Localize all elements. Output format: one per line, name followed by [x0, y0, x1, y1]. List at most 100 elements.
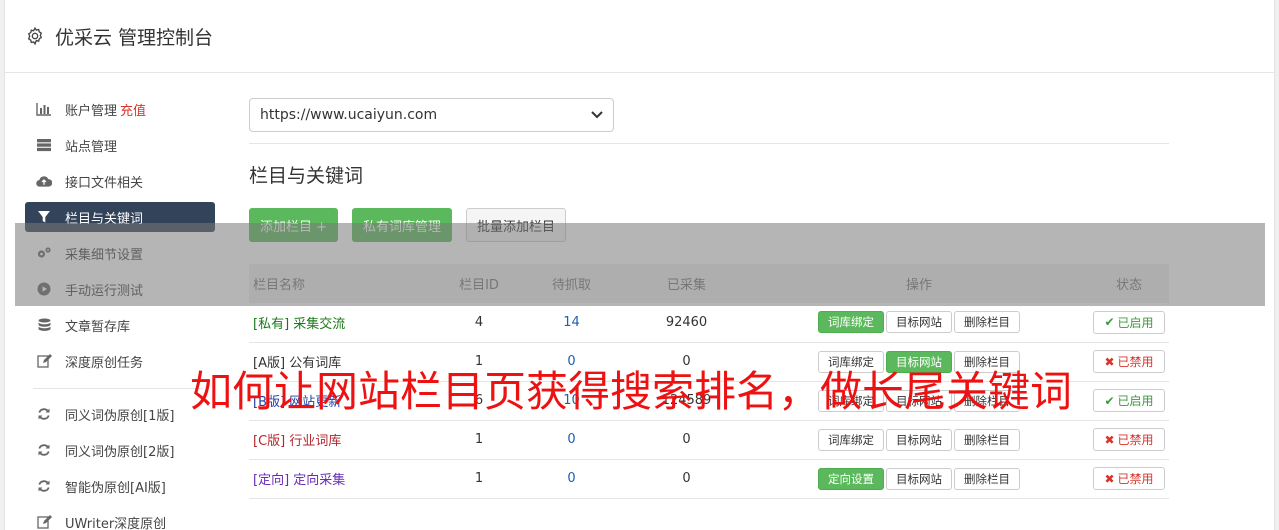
- lexicon-bind-button[interactable]: 词库绑定: [818, 389, 884, 412]
- table-header: 栏目名称 栏目ID 待抓取 已采集 操作 状态: [249, 264, 1169, 303]
- target-site-button[interactable]: 目标网站: [886, 311, 952, 334]
- column-id: 4: [474, 314, 484, 330]
- cross-icon: ✖: [1104, 432, 1115, 447]
- sidebar-item-interface-files[interactable]: 接口文件相关: [25, 166, 215, 196]
- lexicon-bind-button[interactable]: 词库绑定: [818, 428, 884, 451]
- lexicon-bind-button[interactable]: 词库绑定: [818, 350, 884, 373]
- column-name-cell[interactable]: [定向] 定向采集: [249, 459, 439, 498]
- gears-icon: [36, 245, 52, 261]
- delete-column-button[interactable]: 删除栏目: [954, 311, 1020, 334]
- column-name-cell[interactable]: [C版] 行业词库: [249, 420, 439, 459]
- edit-icon: [36, 353, 52, 369]
- status-toggle[interactable]: ✔ 已启用: [1093, 389, 1165, 412]
- site-select[interactable]: https://www.ucaiyun.com: [249, 98, 614, 132]
- pending-count[interactable]: 14: [519, 303, 624, 342]
- app-window: 优采云 管理控制台 账户管理 充值 站点管理 接口文件相关 栏目与关键词 采集细…: [4, 0, 1275, 530]
- recharge-link[interactable]: 充值: [120, 100, 146, 119]
- sidebar-item-ai-rewrite[interactable]: 智能伪原创[AI版]: [25, 471, 215, 501]
- main-content: https://www.ucaiyun.com 栏目与关键词 添加栏目 + 私有…: [249, 98, 1169, 499]
- sidebar-item-account[interactable]: 账户管理 充值: [25, 94, 215, 124]
- add-column-button[interactable]: 添加栏目 +: [249, 208, 339, 242]
- lexicon-bind-button[interactable]: 定向设置: [818, 467, 884, 490]
- actions-cell: 词库绑定 目标网站 删除栏目: [749, 303, 1089, 342]
- delete-column-button[interactable]: 删除栏目: [954, 428, 1020, 451]
- delete-column-button[interactable]: 删除栏目: [954, 350, 1020, 373]
- collected-count: 0: [682, 471, 691, 486]
- column-name-cell[interactable]: [私有] 采集交流: [249, 303, 439, 342]
- status-label: 已启用: [1117, 315, 1154, 330]
- column-tag: [私有]: [253, 316, 290, 332]
- sidebar-item-sites[interactable]: 站点管理: [25, 130, 215, 160]
- sidebar-item-label: 接口文件相关: [65, 175, 144, 191]
- divider: [249, 143, 1169, 144]
- sidebar-item-label: UWriter深度原创: [65, 516, 167, 530]
- target-site-button[interactable]: 目标网站: [886, 350, 952, 373]
- delete-column-button[interactable]: 删除栏目: [954, 467, 1020, 490]
- site-select-value: https://www.ucaiyun.com: [260, 107, 438, 123]
- status-toggle[interactable]: ✖ 已禁用: [1093, 467, 1165, 490]
- sidebar-item-article-store[interactable]: 文章暂存库: [25, 310, 215, 340]
- column-name: 公有词库: [289, 356, 342, 371]
- status-toggle[interactable]: ✖ 已禁用: [1093, 428, 1165, 451]
- private-lexicon-button[interactable]: 私有词库管理: [352, 208, 453, 242]
- batch-add-button[interactable]: 批量添加栏目: [466, 208, 567, 242]
- database-icon: [36, 317, 52, 333]
- toolbar: 添加栏目 + 私有词库管理 批量添加栏目: [249, 208, 1169, 242]
- gear-icon: [27, 26, 43, 46]
- status-toggle[interactable]: ✔ 已启用: [1093, 310, 1165, 334]
- columns-table: 栏目名称 栏目ID 待抓取 已采集 操作 状态 [私有] 采集交流 4 14 9246…: [249, 264, 1169, 499]
- chevron-down-icon: [591, 111, 603, 119]
- collected-count: 124589: [661, 393, 712, 408]
- refresh-icon: [36, 478, 52, 494]
- column-id: 1: [474, 354, 484, 369]
- column-name: 采集交流: [293, 316, 346, 332]
- sidebar-item-manual-run[interactable]: 手动运行测试: [25, 274, 215, 304]
- server-icon: [36, 137, 52, 153]
- page-title: 优采云 管理控制台: [55, 26, 214, 49]
- table-row: [C版] 行业词库 1 0 0 词库绑定 目标网站 删除栏目 ✖ 已禁用: [249, 420, 1169, 459]
- status-label: 已禁用: [1117, 433, 1154, 447]
- sidebar-item-label: 智能伪原创[AI版]: [65, 480, 166, 496]
- sidebar-item-label: 采集细节设置: [65, 247, 144, 263]
- bar-chart-icon: [36, 101, 52, 117]
- target-site-button[interactable]: 目标网站: [886, 467, 952, 490]
- lexicon-bind-button[interactable]: 词库绑定: [818, 311, 884, 334]
- column-id: 6: [474, 393, 484, 408]
- filter-icon: [36, 209, 52, 225]
- sidebar-item-deep-original[interactable]: 深度原创任务: [25, 346, 215, 376]
- sidebar-item-label: 手动运行测试: [65, 283, 144, 299]
- status-label: 已启用: [1117, 394, 1154, 408]
- status-cell: ✖ 已禁用: [1089, 420, 1169, 459]
- pending-count[interactable]: 0: [519, 420, 624, 459]
- target-site-button[interactable]: 目标网站: [886, 389, 952, 412]
- table-row: [私有] 采集交流 4 14 92460 词库绑定 目标网站 删除栏目 ✔ 已启用: [249, 303, 1169, 342]
- collected-count: 92460: [665, 314, 708, 330]
- refresh-icon: [36, 406, 52, 422]
- column-name-cell[interactable]: [B版] 网站更新: [249, 381, 439, 420]
- refresh-icon: [36, 442, 52, 458]
- column-name: 行业词库: [289, 434, 342, 449]
- sidebar-divider: [33, 388, 203, 389]
- target-site-button[interactable]: 目标网站: [886, 428, 952, 451]
- column-tag: [B版]: [253, 395, 286, 410]
- table-row: [A版] 公有词库 1 0 0 词库绑定 目标网站 删除栏目 ✖ 已禁用: [249, 342, 1169, 381]
- column-id: 1: [474, 432, 484, 447]
- sidebar-item-synonym-2[interactable]: 同义词伪原创[2版]: [25, 435, 215, 465]
- sidebar-item-collect-settings[interactable]: 采集细节设置: [25, 238, 215, 268]
- pending-count[interactable]: 0: [519, 459, 624, 498]
- sidebar-item-columns-keywords[interactable]: 栏目与关键词: [25, 202, 215, 232]
- sidebar-item-uwriter[interactable]: UWriter深度原创: [25, 507, 215, 530]
- check-icon: ✔: [1104, 315, 1115, 330]
- sidebar-item-synonym-1[interactable]: 同义词伪原创[1版]: [25, 399, 215, 429]
- sidebar-item-label: 栏目与关键词: [65, 211, 144, 227]
- delete-column-button[interactable]: 删除栏目: [954, 389, 1020, 412]
- check-icon: ✔: [1104, 393, 1115, 408]
- column-tag: [A版]: [253, 356, 286, 371]
- status-toggle[interactable]: ✖ 已禁用: [1093, 350, 1165, 373]
- header-name: 栏目名称: [253, 278, 306, 293]
- column-name-cell[interactable]: [A版] 公有词库: [249, 342, 439, 381]
- cloud-upload-icon: [36, 173, 52, 189]
- column-name: 网站更新: [289, 395, 342, 410]
- pending-count[interactable]: 10: [519, 381, 624, 420]
- pending-count[interactable]: 0: [519, 342, 624, 381]
